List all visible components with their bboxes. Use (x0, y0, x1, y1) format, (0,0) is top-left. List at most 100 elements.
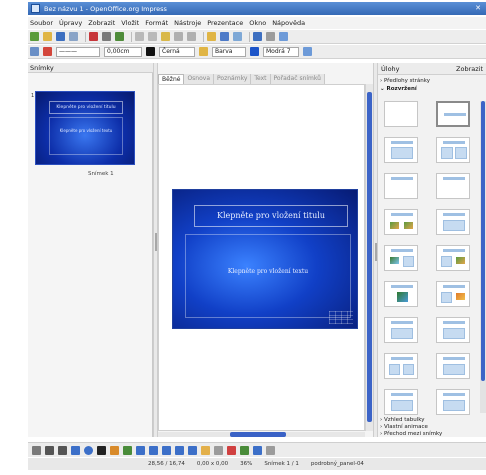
undo-icon[interactable] (174, 32, 183, 41)
tab-notes[interactable]: Poznámky (214, 74, 252, 84)
select-arrow-icon[interactable] (32, 445, 41, 455)
layout-vertical-title[interactable] (384, 389, 418, 415)
tab-outline[interactable]: Osnova (184, 74, 215, 84)
slide-canvas[interactable]: Klepněte pro vložení titulu Klepněte pro… (158, 84, 365, 431)
open-icon[interactable] (43, 32, 52, 41)
stars-icon[interactable] (201, 445, 210, 455)
rectangle-icon[interactable] (71, 445, 80, 455)
arrow-line-icon[interactable] (58, 445, 67, 455)
layout-text-clipart[interactable] (436, 245, 470, 271)
help-icon[interactable] (279, 32, 288, 41)
scroll-thumb[interactable] (367, 92, 372, 422)
section-table-design[interactable]: › Vzhled tabulky (380, 417, 425, 423)
section-layouts[interactable]: ⌄ Rozvržení (380, 86, 417, 92)
scroll-thumb[interactable] (230, 432, 286, 437)
menu-slideshow[interactable]: Prezentace (207, 19, 243, 27)
close-icon[interactable]: ✕ (473, 4, 483, 13)
status-zoom[interactable]: 36% (240, 461, 252, 467)
paste-icon[interactable] (161, 32, 170, 41)
fontwork-icon[interactable] (227, 445, 236, 455)
layout-two-objects-text[interactable] (436, 317, 470, 343)
callouts-icon[interactable] (188, 445, 197, 455)
section-custom-animation[interactable]: › Vlastní animace (380, 424, 428, 430)
navigator-icon[interactable] (253, 32, 262, 41)
line-style-select[interactable]: ——— (56, 46, 100, 57)
layout-title-only[interactable] (436, 101, 470, 127)
fill-mode-select[interactable]: Barva (212, 46, 246, 57)
layouts-scrollbar[interactable] (480, 101, 486, 413)
title-placeholder[interactable]: Klepněte pro vložení titulu (194, 205, 348, 227)
scroll-thumb[interactable] (481, 101, 485, 381)
image-from-file-icon[interactable] (240, 445, 249, 455)
layout-text-two-objects[interactable] (384, 353, 418, 379)
current-slide[interactable]: Klepněte pro vložení titulu Klepněte pro… (172, 189, 358, 329)
layout-centered-text[interactable] (436, 173, 470, 199)
symbol-shapes-icon[interactable] (149, 445, 158, 455)
new-icon[interactable] (30, 32, 39, 41)
menu-tools[interactable]: Nástroje (174, 19, 201, 27)
menu-insert[interactable]: Vložit (121, 19, 139, 27)
menu-edit[interactable]: Úpravy (59, 19, 82, 27)
zoom-icon[interactable] (266, 32, 275, 41)
curve-icon[interactable] (110, 445, 119, 455)
text-tool-icon[interactable] (97, 445, 106, 455)
content-placeholder[interactable]: Klepněte pro vložení textu (185, 234, 351, 318)
shadow-icon[interactable] (303, 47, 312, 56)
line-icon[interactable] (43, 47, 52, 56)
spellcheck-icon[interactable] (115, 32, 124, 41)
layout-four-objects[interactable] (384, 317, 418, 343)
layout-title-object[interactable] (384, 281, 418, 307)
line-color-select[interactable]: Černá (159, 46, 195, 57)
save-icon[interactable] (56, 32, 65, 41)
copy-icon[interactable] (148, 32, 157, 41)
cut-icon[interactable] (135, 32, 144, 41)
email-icon[interactable] (69, 32, 78, 41)
tab-normal[interactable]: Běžné (158, 74, 185, 84)
chart-icon[interactable] (207, 32, 216, 41)
layout-title-table[interactable] (436, 209, 470, 235)
fill-color-select[interactable]: Modrá 7 (263, 46, 299, 57)
points-icon[interactable] (214, 445, 223, 455)
splitter-grip[interactable] (375, 243, 377, 261)
layout-text-object[interactable] (436, 281, 470, 307)
flowchart-icon[interactable] (175, 445, 184, 455)
line-width-field[interactable]: 0,00cm (104, 46, 142, 57)
block-arrows-icon[interactable] (162, 445, 171, 455)
section-slide-transition[interactable]: › Přechod mezi snímky (380, 431, 442, 437)
menu-format[interactable]: Formát (145, 19, 168, 27)
print-icon[interactable] (102, 32, 111, 41)
layout-blank[interactable] (384, 101, 418, 127)
fill-icon[interactable] (199, 47, 208, 56)
menu-help[interactable]: Nápověda (272, 19, 305, 27)
layout-title-chart[interactable] (384, 209, 418, 235)
ellipse-icon[interactable] (84, 445, 93, 455)
layout-vertical-text[interactable] (436, 389, 470, 415)
menu-view[interactable]: Zobrazit (88, 19, 115, 27)
section-master-pages[interactable]: › Předlohy stránky (380, 78, 430, 84)
layout-title-text[interactable] (384, 173, 418, 199)
menu-file[interactable]: Soubor (30, 19, 53, 27)
styles-icon[interactable] (30, 47, 39, 56)
layout-clipart-text[interactable] (384, 245, 418, 271)
tab-slide-sorter[interactable]: Pořadač snímků (270, 74, 325, 84)
tab-handout[interactable]: Text (251, 74, 271, 84)
layout-image (456, 293, 465, 300)
3d-objects-icon[interactable] (253, 445, 262, 455)
horizontal-scrollbar[interactable] (158, 432, 365, 437)
view-menu[interactable]: Zobrazit (456, 65, 483, 73)
extrusion-icon[interactable] (266, 445, 275, 455)
redo-icon[interactable] (187, 32, 196, 41)
layout-title-two-content[interactable] (436, 137, 470, 163)
slide-thumbnail[interactable]: Klepněte pro vložení titulu Klepněte pro… (35, 91, 135, 165)
splitter-grip[interactable] (155, 233, 157, 251)
basic-shapes-icon[interactable] (136, 445, 145, 455)
connector-icon[interactable] (123, 445, 132, 455)
line-tool-icon[interactable] (45, 445, 54, 455)
layout-object-text[interactable] (436, 353, 470, 379)
pdf-icon[interactable] (89, 32, 98, 41)
display-grid-icon[interactable] (233, 32, 242, 41)
menu-window[interactable]: Okno (249, 19, 266, 27)
table-icon[interactable] (220, 32, 229, 41)
vertical-scrollbar[interactable] (365, 84, 373, 431)
layout-title-content[interactable] (384, 137, 418, 163)
